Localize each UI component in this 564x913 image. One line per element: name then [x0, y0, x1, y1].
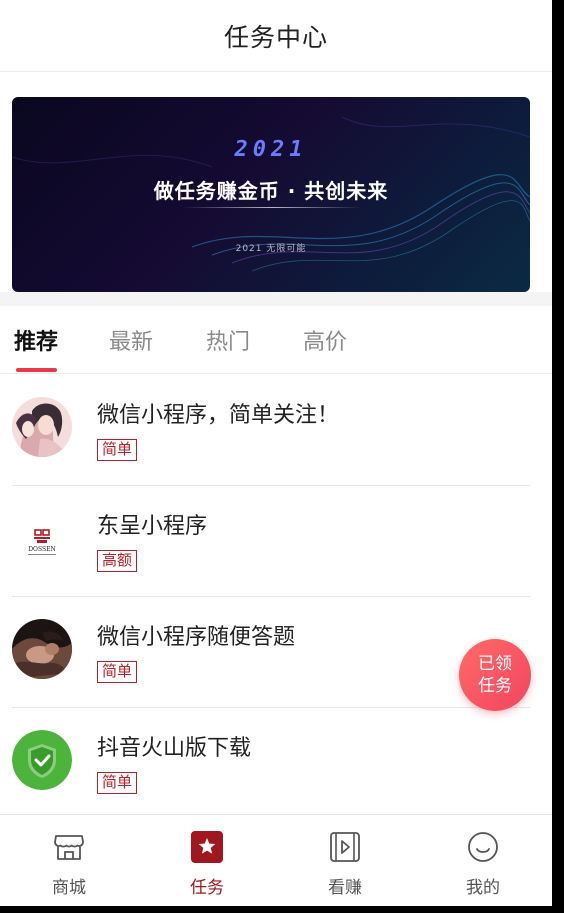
- store-icon: [54, 835, 84, 860]
- tab-recommended[interactable]: 推荐: [14, 324, 58, 356]
- tabbar-item-tasks[interactable]: 任务: [138, 815, 276, 906]
- task-title: 东呈小程序: [97, 514, 208, 539]
- task-item[interactable]: 微信小程序，简单关注！ 简单: [12, 375, 530, 486]
- smile-icon: [468, 832, 498, 862]
- page-title: 任务中心: [223, 22, 328, 52]
- active-tab-indicator: [16, 368, 57, 372]
- app-screen: 任务中心 2021 做任务赚金币 · 共创未来 2021 无限可能 推荐 最新 …: [0, 0, 552, 906]
- category-tabs: 推荐 最新 热门 高价: [0, 306, 552, 374]
- illustrated-couple-avatar: [12, 397, 72, 457]
- claimed-tasks-button[interactable]: 已领 任务: [459, 639, 531, 711]
- tabbar-label: 我的: [466, 878, 500, 898]
- tabbar-item-mine[interactable]: 我的: [414, 815, 552, 906]
- task-item[interactable]: 抖音火山版下载 简单: [12, 708, 530, 819]
- tabbar-label: 任务: [190, 878, 224, 898]
- banner-divider: [182, 207, 362, 208]
- banner-subtitle: 2021 无限可能: [235, 244, 307, 254]
- task-tag: 高额: [97, 550, 138, 572]
- banner-headline: 做任务赚金币 · 共创未来: [153, 179, 389, 203]
- tabbar-item-watch-earn[interactable]: 看赚: [276, 815, 414, 906]
- fab-label-line1: 已领: [478, 654, 512, 674]
- task-item[interactable]: 微信小程序随便答题 简单: [12, 597, 530, 708]
- dossen-logo-text: DOSSEN: [28, 546, 55, 553]
- tab-high-price[interactable]: 高价: [303, 324, 347, 356]
- task-item[interactable]: DOSSEN 东呈小程序 高额: [12, 486, 530, 597]
- bottom-tabbar: 商城 任务 看赚 我的: [0, 814, 552, 906]
- task-tag: 简单: [97, 439, 138, 461]
- task-title: 微信小程序随便答题: [97, 625, 296, 650]
- screen-edge-right: [552, 0, 564, 913]
- tab-latest[interactable]: 最新: [109, 324, 153, 356]
- promo-banner[interactable]: 2021 做任务赚金币 · 共创未来 2021 无限可能: [12, 97, 530, 292]
- task-title: 抖音火山版下载: [97, 736, 252, 761]
- tabbar-item-store[interactable]: 商城: [0, 815, 138, 906]
- banner-section: 2021 做任务赚金币 · 共创未来 2021 无限可能: [0, 73, 552, 306]
- banner-year: 2021: [234, 137, 308, 162]
- tabbar-label: 商城: [52, 878, 86, 898]
- section-gap: [0, 292, 552, 306]
- fab-label-line2: 任务: [478, 676, 512, 696]
- green-shield-icon: [12, 730, 72, 790]
- dossen-logo: DOSSEN: [12, 508, 72, 568]
- tabbar-label: 看赚: [328, 878, 362, 898]
- star-square-icon: [191, 831, 223, 863]
- screen-edge-bottom: [0, 906, 564, 913]
- video-play-icon: [330, 832, 360, 862]
- portrait-avatar: [12, 619, 72, 679]
- header: 任务中心: [0, 0, 552, 72]
- task-tag: 简单: [97, 661, 138, 683]
- task-title: 微信小程序，简单关注！: [97, 403, 340, 428]
- tab-hot[interactable]: 热门: [206, 324, 250, 356]
- task-tag: 简单: [97, 772, 138, 794]
